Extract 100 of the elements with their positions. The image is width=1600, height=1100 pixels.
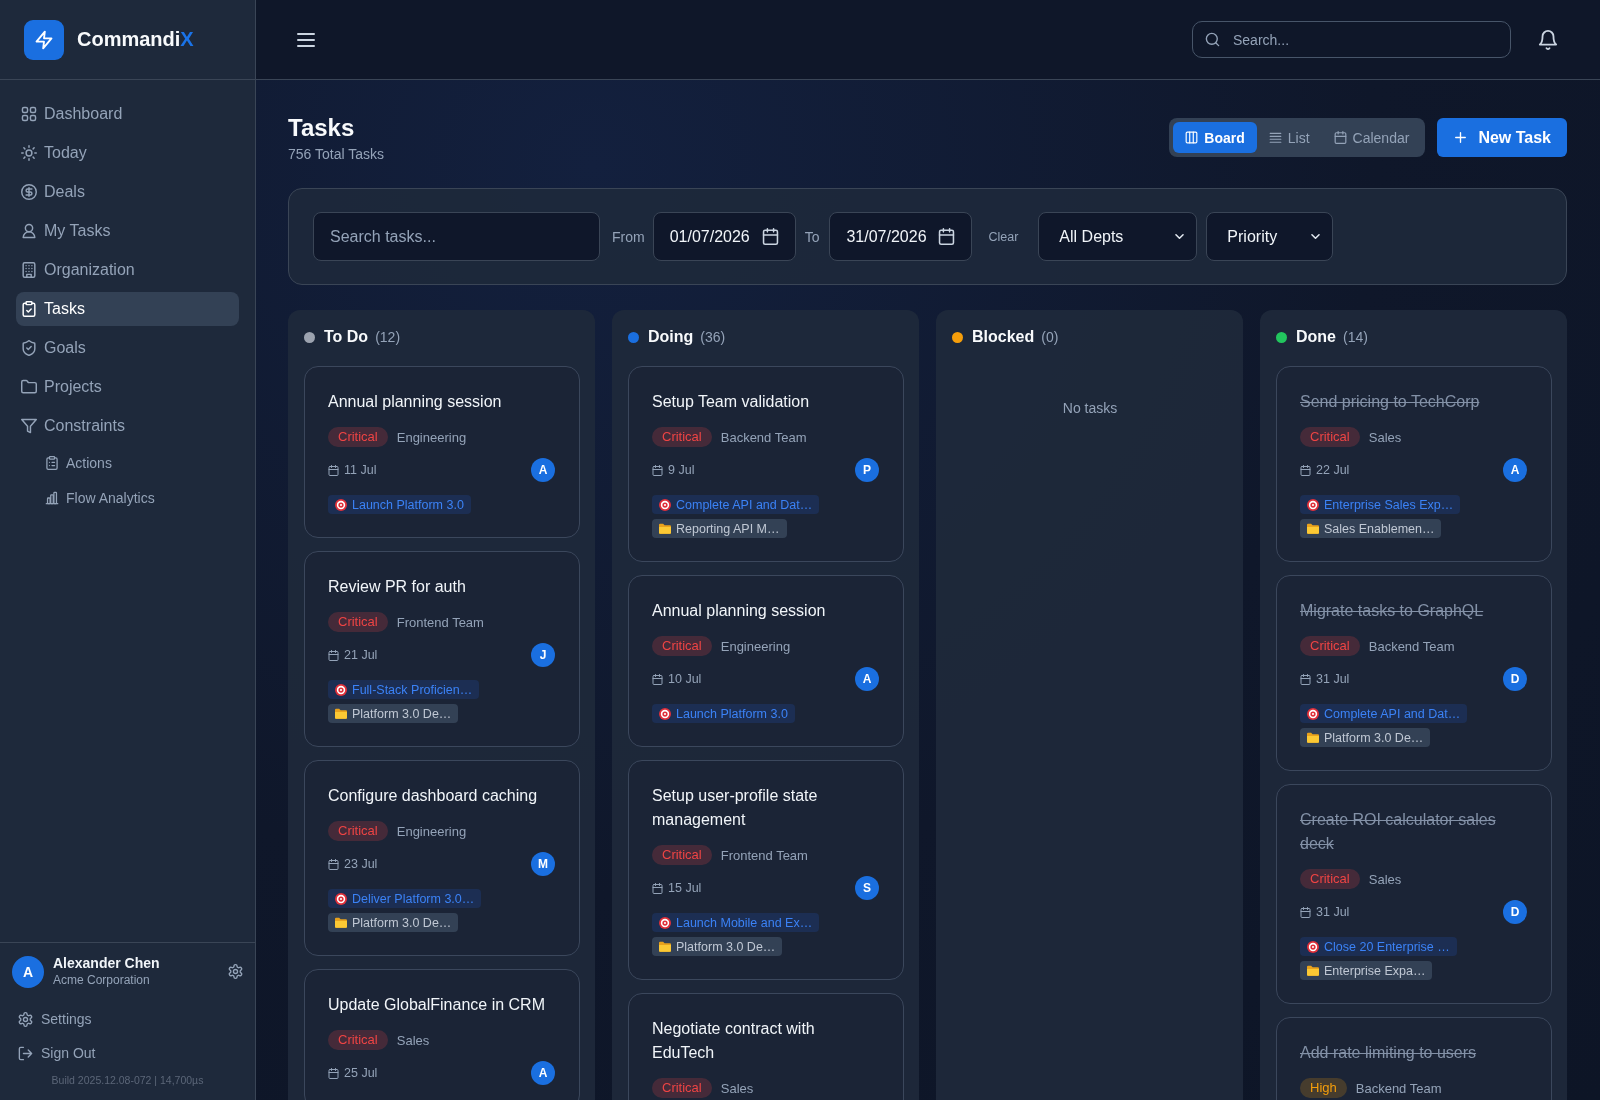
project-tag[interactable]: Platform 3.0 De…	[1300, 728, 1431, 747]
priority-badge: Critical	[1300, 869, 1360, 889]
date-field[interactable]: 31/07/2026	[829, 212, 973, 261]
due-date: 25 Jul	[344, 1066, 378, 1080]
new-task-button[interactable]: New Task	[1437, 118, 1567, 157]
footer-link[interactable]: Sign Out	[0, 1038, 255, 1068]
view-tab[interactable]: List	[1256, 122, 1322, 153]
calendar-icon	[1300, 673, 1311, 685]
task-card[interactable]: Update GlobalFinance in CRM Critical Sales 25 Jul A	[304, 969, 580, 1100]
calendar-icon	[1300, 464, 1311, 476]
nav-item[interactable]: Projects	[16, 370, 239, 404]
date-field[interactable]: 01/07/2026	[652, 212, 796, 261]
project-name: Reporting API M…	[676, 521, 780, 536]
task-card[interactable]: Migrate tasks to GraphQL Critical Backend Team 31 Jul D Complete API and Dat… Platform 3.0 De…	[1276, 575, 1552, 771]
goal-tag[interactable]: Complete API and Dat…	[1300, 704, 1468, 723]
assignee-avatar: J	[531, 643, 555, 667]
view-tab[interactable]: Board	[1173, 122, 1257, 153]
task-card[interactable]: Setup user-profile state management Critical Frontend Team 15 Jul S Launch Mobile and Ex… Platform 3.0 De…	[628, 760, 904, 980]
search-field[interactable]: Search...	[1192, 21, 1511, 58]
project-tag[interactable]: Reporting API M…	[652, 519, 787, 538]
goal-tag[interactable]: Launch Platform 3.0	[328, 495, 471, 514]
project-tag[interactable]: Platform 3.0 De…	[328, 913, 459, 932]
team-label: Backend Team	[1355, 1080, 1442, 1096]
goal-tag[interactable]: Close 20 Enterprise …	[1300, 937, 1457, 956]
task-title: Negotiate contract with EduTech	[652, 1019, 816, 1063]
bell-icon[interactable]	[1538, 29, 1558, 50]
team-label: Sales	[1368, 871, 1402, 887]
task-card[interactable]: Send pricing to TechCorp Critical Sales 22 Jul A Enterprise Sales Exp… Sales Enablemen…	[1276, 366, 1552, 562]
column-title: To Do	[324, 328, 369, 346]
sub-nav-item[interactable]: Actions	[16, 448, 239, 478]
project-tag[interactable]: Platform 3.0 De…	[652, 937, 783, 956]
project-name: Platform 3.0 De…	[1324, 730, 1424, 745]
nav-item[interactable]: Today	[16, 136, 239, 170]
assignee-avatar: P	[855, 458, 879, 482]
search-field[interactable]: Search tasks...	[313, 212, 600, 261]
task-card[interactable]: Configure dashboard caching Critical Engineering 23 Jul M Deliver Platform 3.0… Platform 3.0 De…	[304, 760, 580, 956]
task-title: Migrate tasks to GraphQL	[1300, 601, 1485, 621]
settings-icon[interactable]	[228, 964, 243, 979]
department-select[interactable]: All Depts	[1038, 212, 1198, 261]
task-card[interactable]: Annual planning session Critical Engineering 10 Jul A Launch Platform 3.0	[628, 575, 904, 747]
calendar-icon	[1300, 906, 1311, 918]
nav-item[interactable]: Organization	[16, 253, 239, 287]
list-icon	[1268, 131, 1282, 144]
target-icon	[335, 498, 347, 511]
priority-badge: Critical	[328, 612, 388, 632]
column-title: Doing	[648, 328, 694, 346]
nav-item[interactable]: My Tasks	[16, 214, 239, 248]
task-title: Add rate limiting to users	[1300, 1043, 1478, 1063]
nav-item[interactable]: Dashboard	[16, 97, 239, 131]
folder-icon	[1307, 965, 1319, 976]
target-icon	[335, 683, 347, 696]
clear-button[interactable]: Clear	[988, 229, 1019, 244]
goal-name: Launch Mobile and Ex…	[676, 915, 813, 930]
calendar-icon	[938, 228, 956, 245]
task-card[interactable]: Negotiate contract with EduTech Critical Sales	[628, 993, 904, 1100]
project-name: Enterprise Expa…	[1324, 963, 1426, 978]
task-card[interactable]: Annual planning session Critical Engineering 11 Jul A Launch Platform 3.0	[304, 366, 580, 538]
goal-tag[interactable]: Enterprise Sales Exp…	[1300, 495, 1461, 514]
assignee-avatar: A	[855, 667, 879, 691]
view-tab[interactable]: Calendar	[1321, 122, 1422, 153]
goal-name: Complete API and Dat…	[1324, 706, 1461, 721]
project-tag[interactable]: Sales Enablemen…	[1300, 519, 1442, 538]
project-name: Platform 3.0 De…	[352, 706, 452, 721]
priority-badge: Critical	[328, 1030, 388, 1050]
assignee-avatar: A	[531, 458, 555, 482]
nav-item[interactable]: Constraints	[16, 409, 239, 443]
target-icon	[335, 892, 347, 905]
due-date: 9 Jul	[668, 463, 695, 477]
task-title: Update GlobalFinance in CRM	[328, 995, 546, 1015]
priority-badge: Critical	[652, 636, 712, 656]
building-icon	[21, 262, 37, 278]
team-label: Sales	[1368, 429, 1402, 445]
folder-icon	[335, 708, 347, 719]
sub-nav-item[interactable]: Flow Analytics	[16, 483, 239, 513]
nav-item[interactable]: Tasks	[16, 292, 239, 326]
user-name: Alexander Chen	[53, 955, 160, 972]
goal-tag[interactable]: Complete API and Dat…	[652, 495, 820, 514]
calendar-icon	[761, 228, 779, 245]
calendar-icon	[652, 673, 663, 685]
goal-tag[interactable]: Launch Platform 3.0	[652, 704, 795, 723]
nav-item[interactable]: Goals	[16, 331, 239, 365]
funnel-icon	[21, 418, 37, 434]
folder-icon	[659, 523, 671, 534]
project-name: Platform 3.0 De…	[352, 915, 452, 930]
task-title: Configure dashboard caching	[328, 786, 539, 806]
task-card[interactable]: Add rate limiting to users High Backend Team	[1276, 1017, 1552, 1100]
goal-tag[interactable]: Launch Mobile and Ex…	[652, 913, 820, 932]
project-tag[interactable]: Enterprise Expa…	[1300, 961, 1433, 980]
task-count: (14)	[1343, 329, 1368, 345]
task-card[interactable]: Setup Team validation Critical Backend Team 9 Jul P Complete API and Dat… Reporting API M…	[628, 366, 904, 562]
goal-tag[interactable]: Deliver Platform 3.0…	[328, 889, 482, 908]
priority-select[interactable]: Priority	[1206, 212, 1334, 261]
footer-link[interactable]: Settings	[0, 1004, 255, 1034]
goal-tag[interactable]: Full-Stack Proficien…	[328, 680, 480, 699]
assignee-avatar: D	[1503, 900, 1527, 924]
due-date: 31 Jul	[1316, 672, 1350, 686]
task-card[interactable]: Create ROI calculator sales deck Critical Sales 31 Jul D Close 20 Enterprise … Enterprise Expa…	[1276, 784, 1552, 1004]
task-card[interactable]: Review PR for auth Critical Frontend Team 21 Jul J Full-Stack Proficien… Platform 3.0 De…	[304, 551, 580, 747]
nav-item[interactable]: Deals	[16, 175, 239, 209]
project-tag[interactable]: Platform 3.0 De…	[328, 704, 459, 723]
